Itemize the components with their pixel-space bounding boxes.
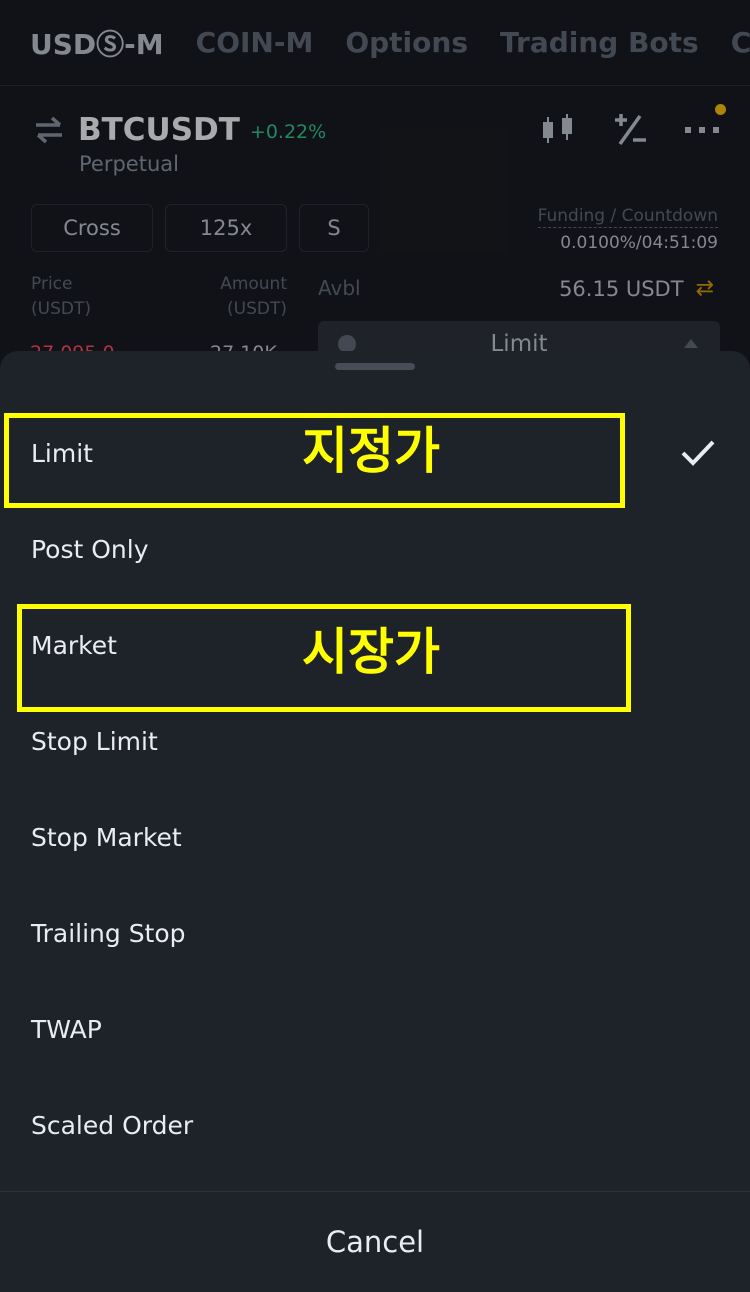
annotation-limit: 지정가 <box>302 422 440 480</box>
option-post-only[interactable]: Post Only <box>0 501 750 597</box>
checkmark-icon <box>681 440 715 466</box>
option-label: Post Only <box>31 534 149 564</box>
option-twap[interactable]: TWAP <box>0 981 750 1077</box>
trading-screen: USDⓈ-M COIN-M Options Trading Bots Cop B… <box>0 0 750 1292</box>
option-label: Scaled Order <box>31 1110 194 1140</box>
option-stop-market[interactable]: Stop Market <box>0 789 750 885</box>
option-scaled-order[interactable]: Scaled Order <box>0 1077 750 1173</box>
option-label: Trailing Stop <box>31 918 186 948</box>
option-trailing-stop[interactable]: Trailing Stop <box>0 885 750 981</box>
option-label: Stop Limit <box>31 726 158 756</box>
option-label: Stop Market <box>31 822 182 852</box>
cancel-button[interactable]: Cancel <box>0 1192 750 1292</box>
option-label: TWAP <box>31 1014 102 1044</box>
annotation-market: 시장가 <box>302 623 440 681</box>
drag-handle[interactable] <box>335 363 415 370</box>
